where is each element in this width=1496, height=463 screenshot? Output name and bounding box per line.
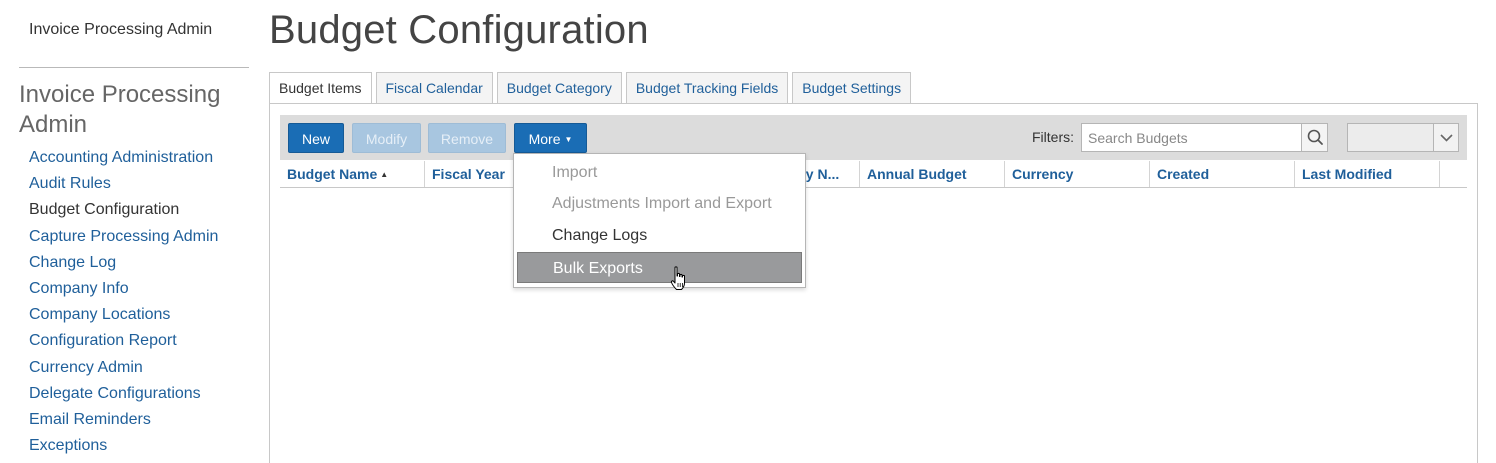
column-budget-name-label: Budget Name [287,166,378,182]
sidebar-item-company-info[interactable]: Company Info [29,277,218,303]
menu-item-import: Import [552,164,598,181]
sidebar-item-currency-admin[interactable]: Currency Admin [29,356,218,382]
sidebar-item-accounting-administration[interactable]: Accounting Administration [29,146,218,172]
sidebar-top-link[interactable]: Invoice Processing Admin [29,21,212,39]
filters-label: Filters: [1032,129,1074,145]
search-input[interactable] [1082,124,1304,151]
budget-items-panel: New Modify Remove More▼ Filters: Budget … [269,103,1478,463]
magnifier-icon [1307,129,1323,145]
modify-button: Modify [352,123,421,153]
chevron-down-icon [1440,134,1453,142]
column-currency[interactable]: Currency [1005,161,1150,187]
sidebar-item-configuration-report[interactable]: Configuration Report [29,329,218,355]
tab-bar: Budget Items Fiscal Calendar Budget Cate… [269,72,915,105]
menu-item-adjustments-import-export: Adjustments Import and Export [552,195,772,212]
column-budget-name[interactable]: Budget Name ▲ [280,161,425,187]
sort-ascending-icon: ▲ [380,170,389,179]
sidebar-item-budget-configuration: Budget Configuration [29,201,180,219]
remove-button: Remove [428,123,506,153]
sidebar-item-exceptions[interactable]: Exceptions [29,434,218,460]
sidebar-item-company-locations[interactable]: Company Locations [29,303,218,329]
search-button[interactable] [1301,124,1327,151]
search-box [1081,123,1328,152]
toolbar: New Modify Remove More ▼ Filters: [280,115,1467,160]
column-annual-budget[interactable]: Annual Budget [860,161,1005,187]
sidebar-heading: Invoice Processing Admin [19,81,221,138]
more-button[interactable]: More ▼ [514,123,587,153]
sidebar-item-audit-rules[interactable]: Audit Rules [29,172,218,198]
caret-down-icon: ▼ [564,135,573,144]
page-title: Budget Configuration [269,8,649,52]
menu-item-change-logs[interactable]: Change Logs [517,220,802,251]
sidebar-item-email-reminders[interactable]: Email Reminders [29,408,218,434]
grid-header: Budget Name ▲ Fiscal Year ay N... Annual … [280,161,1467,188]
sidebar-item-delegate-configurations[interactable]: Delegate Configurations [29,382,218,408]
new-button[interactable]: New [288,123,344,153]
sidebar-item-capture-processing-admin[interactable]: Capture Processing Admin [29,225,218,251]
more-button-label: More [528,131,561,147]
tab-budget-tracking-fields[interactable]: Budget Tracking Fields [625,72,789,104]
column-last-modified[interactable]: Last Modified [1295,161,1440,187]
sidebar-divider [19,67,249,68]
sidebar: Invoice Processing Admin Invoice Process… [0,0,262,463]
sidebar-nav: Accounting Administration Audit Rules Bu… [29,146,218,460]
tab-fiscal-calendar[interactable]: Fiscal Calendar [375,72,493,104]
sidebar-item-change-log[interactable]: Change Log [29,251,218,277]
tab-budget-settings[interactable]: Budget Settings [792,72,912,104]
tab-budget-category[interactable]: Budget Category [496,72,622,104]
tab-budget-items[interactable]: Budget Items [269,72,372,105]
more-menu: Import Adjustments Import and Export Cha… [513,153,806,288]
hand-cursor-icon [670,266,685,290]
menu-item-bulk-exports[interactable]: Bulk Exports [517,252,802,283]
column-created[interactable]: Created [1150,161,1295,187]
select-toggle[interactable] [1433,124,1458,151]
filter-select[interactable] [1347,123,1459,152]
